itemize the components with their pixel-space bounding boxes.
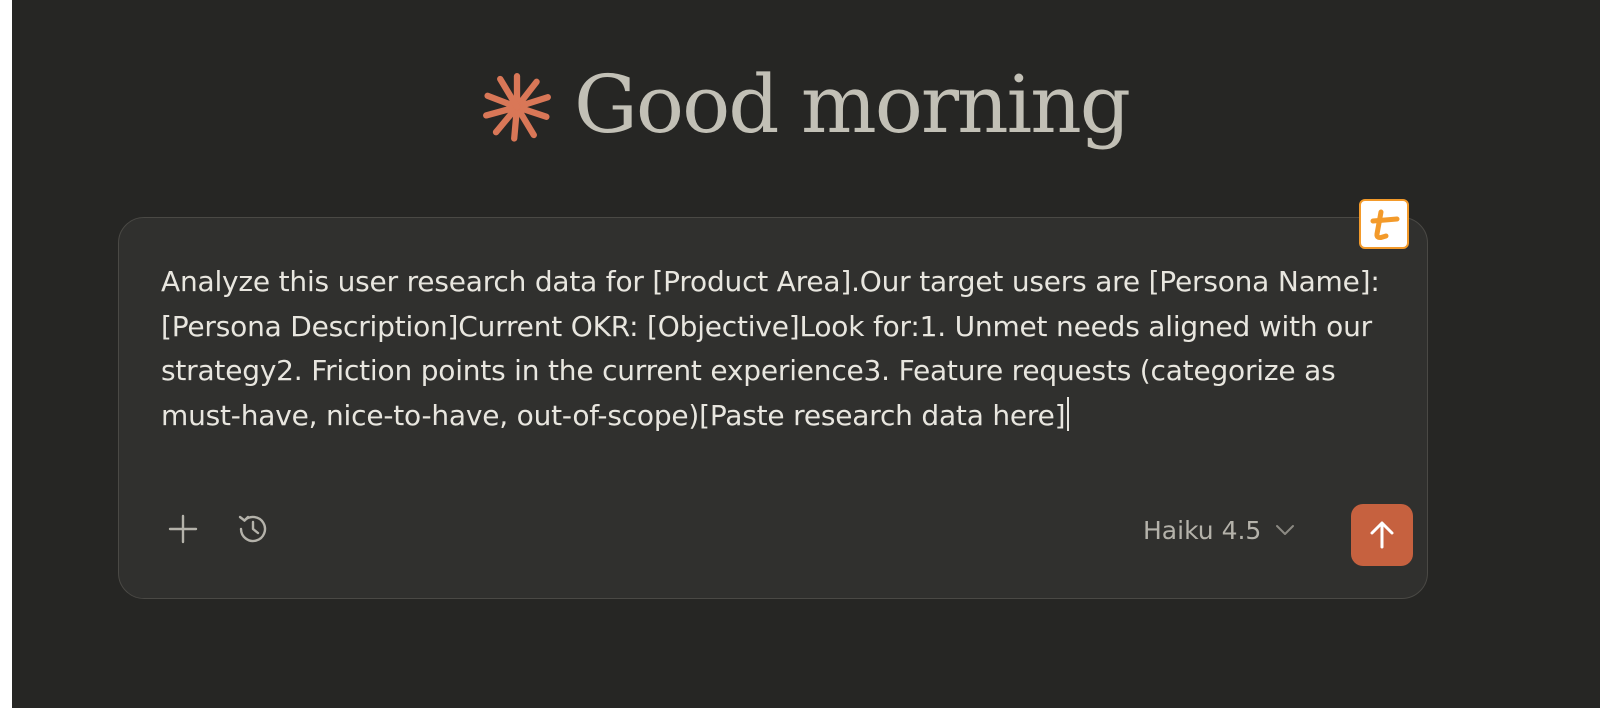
arrow-up-icon: [1370, 521, 1394, 549]
text-caret: [1067, 396, 1070, 431]
greeting-header: Good morning: [482, 50, 1131, 160]
greeting-title: Good morning: [574, 58, 1131, 151]
prompt-input[interactable]: Analyze this user research data for [Pro…: [161, 260, 1391, 438]
add-attachment-button[interactable]: [161, 507, 205, 551]
chat-composer: Analyze this user research data for [Pro…: [118, 199, 1428, 599]
history-button[interactable]: [231, 507, 275, 551]
text-expander-extension-button[interactable]: [1359, 199, 1409, 249]
spark-icon: [483, 73, 551, 142]
clock-icon: [238, 515, 267, 543]
prompt-input-value: Analyze this user research data for [Pro…: [161, 265, 1380, 432]
chevron-down-icon: [1276, 525, 1295, 535]
text-expander-icon: [1370, 209, 1400, 241]
chat-home-screen: Good morning Analyze this user research …: [12, 0, 1600, 708]
send-button[interactable]: [1351, 504, 1413, 566]
plus-icon: [168, 514, 198, 544]
model-selector-label: Haiku 4.5: [1143, 515, 1262, 545]
model-selector[interactable]: Haiku 4.5: [1143, 510, 1297, 550]
